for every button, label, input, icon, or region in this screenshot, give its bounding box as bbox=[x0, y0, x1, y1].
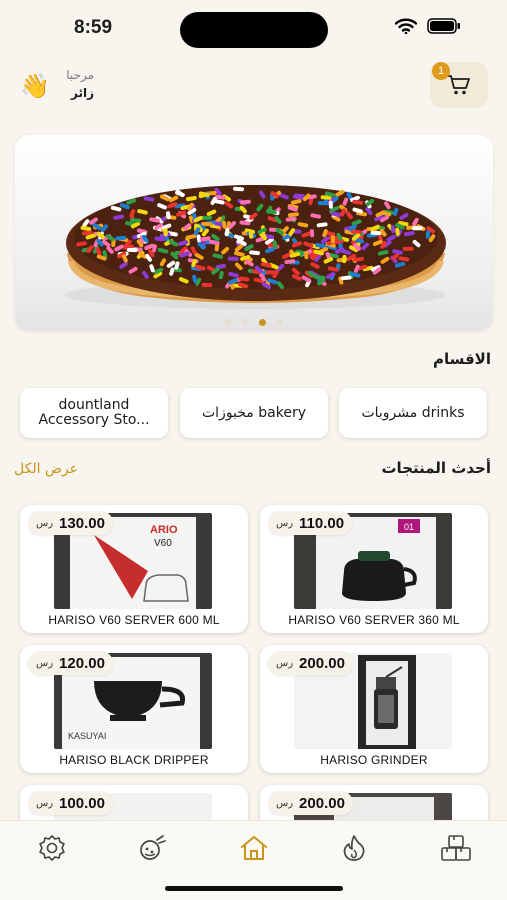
banner-pagination bbox=[15, 319, 493, 326]
tab-offers[interactable] bbox=[336, 833, 372, 863]
svg-text:KASUYAI: KASUYAI bbox=[68, 731, 106, 741]
svg-text:ARIO: ARIO bbox=[150, 524, 178, 536]
home-indicator bbox=[165, 886, 343, 891]
pagination-dot[interactable] bbox=[225, 319, 232, 326]
product-name: HARISO GRINDER bbox=[320, 753, 428, 767]
cart-button[interactable]: 1 bbox=[430, 62, 488, 108]
category-bakery[interactable]: مخبوزات bakery bbox=[180, 388, 328, 438]
waving-hand-icon: 👋 bbox=[20, 72, 50, 100]
price-tag: رس 120.00 bbox=[28, 651, 113, 675]
currency-label: رس bbox=[36, 797, 54, 809]
pagination-dot[interactable] bbox=[276, 319, 283, 326]
svg-text:V60: V60 bbox=[154, 538, 172, 549]
currency-label: رس bbox=[276, 797, 294, 809]
battery-icon bbox=[427, 18, 460, 34]
cart-icon bbox=[447, 75, 470, 95]
greeting-text: مرحبا bbox=[66, 68, 94, 82]
tab-products[interactable] bbox=[438, 833, 474, 863]
promo-banner[interactable] bbox=[15, 135, 493, 331]
latest-products-title: أحدث المنتجات bbox=[381, 459, 491, 477]
product-price: 120.00 bbox=[59, 654, 105, 672]
category-drinks[interactable]: مشروبات drinks bbox=[339, 388, 487, 438]
greeting-block: مرحبا زائر bbox=[60, 66, 94, 102]
product-price: 100.00 bbox=[59, 794, 105, 812]
svg-text:01: 01 bbox=[404, 522, 414, 532]
product-card[interactable]: ARIO V60 رس 130.00 HARISO V60 SERVER 600… bbox=[20, 505, 248, 633]
system-indicators bbox=[395, 18, 461, 34]
price-tag: رس 200.00 bbox=[268, 791, 353, 815]
cart-count-badge: 1 bbox=[432, 62, 450, 80]
tea-icon bbox=[140, 835, 166, 860]
price-tag: رس 110.00 bbox=[268, 511, 353, 535]
tab-home[interactable] bbox=[236, 833, 272, 863]
price-tag: رس 200.00 bbox=[268, 651, 353, 675]
product-card[interactable]: رس 200.00 HARISO GRINDER bbox=[260, 645, 488, 773]
gear-icon bbox=[39, 835, 65, 861]
currency-label: رس bbox=[36, 657, 54, 669]
product-price: 200.00 bbox=[299, 794, 345, 812]
product-name: HARISO BLACK DRIPPER bbox=[59, 753, 209, 767]
donut-image bbox=[65, 185, 446, 309]
tab-drinks[interactable] bbox=[134, 833, 170, 863]
product-card[interactable]: 01 رس 110.00 HARISO V60 SERVER 360 ML bbox=[260, 505, 488, 633]
tab-settings[interactable] bbox=[34, 833, 70, 863]
home-icon bbox=[241, 836, 267, 860]
currency-label: رس bbox=[276, 657, 294, 669]
product-name: HARISO V60 SERVER 600 ML bbox=[48, 613, 220, 627]
categories-list: مشروبات drinks مخبوزات bakery dountland … bbox=[0, 388, 507, 438]
currency-label: رس bbox=[276, 517, 294, 529]
product-price: 200.00 bbox=[299, 654, 345, 672]
wifi-icon bbox=[395, 18, 417, 34]
category-accessory-store[interactable]: dountland Accessory Sto... bbox=[20, 388, 168, 438]
view-all-link[interactable]: عرض الكل bbox=[14, 461, 78, 477]
user-name: زائر bbox=[71, 86, 94, 100]
product-price: 110.00 bbox=[299, 514, 345, 532]
status-time: 8:59 bbox=[74, 17, 113, 38]
fire-icon bbox=[343, 835, 365, 861]
boxes-icon bbox=[441, 835, 471, 861]
product-card[interactable]: KASUYAI رس 120.00 HARISO BLACK DRIPPER bbox=[20, 645, 248, 773]
dynamic-island bbox=[180, 12, 328, 48]
categories-title: الاقسام bbox=[432, 350, 491, 368]
header: 1 مرحبا زائر 👋 bbox=[0, 60, 507, 112]
pagination-dot[interactable] bbox=[242, 319, 249, 326]
pagination-dot[interactable] bbox=[259, 319, 266, 326]
product-price: 130.00 bbox=[59, 514, 105, 532]
price-tag: رس 130.00 bbox=[28, 511, 113, 535]
price-tag: رس 100.00 bbox=[28, 791, 113, 815]
product-name: HARISO V60 SERVER 360 ML bbox=[288, 613, 460, 627]
status-bar: 8:59 bbox=[0, 0, 507, 60]
currency-label: رس bbox=[36, 517, 54, 529]
